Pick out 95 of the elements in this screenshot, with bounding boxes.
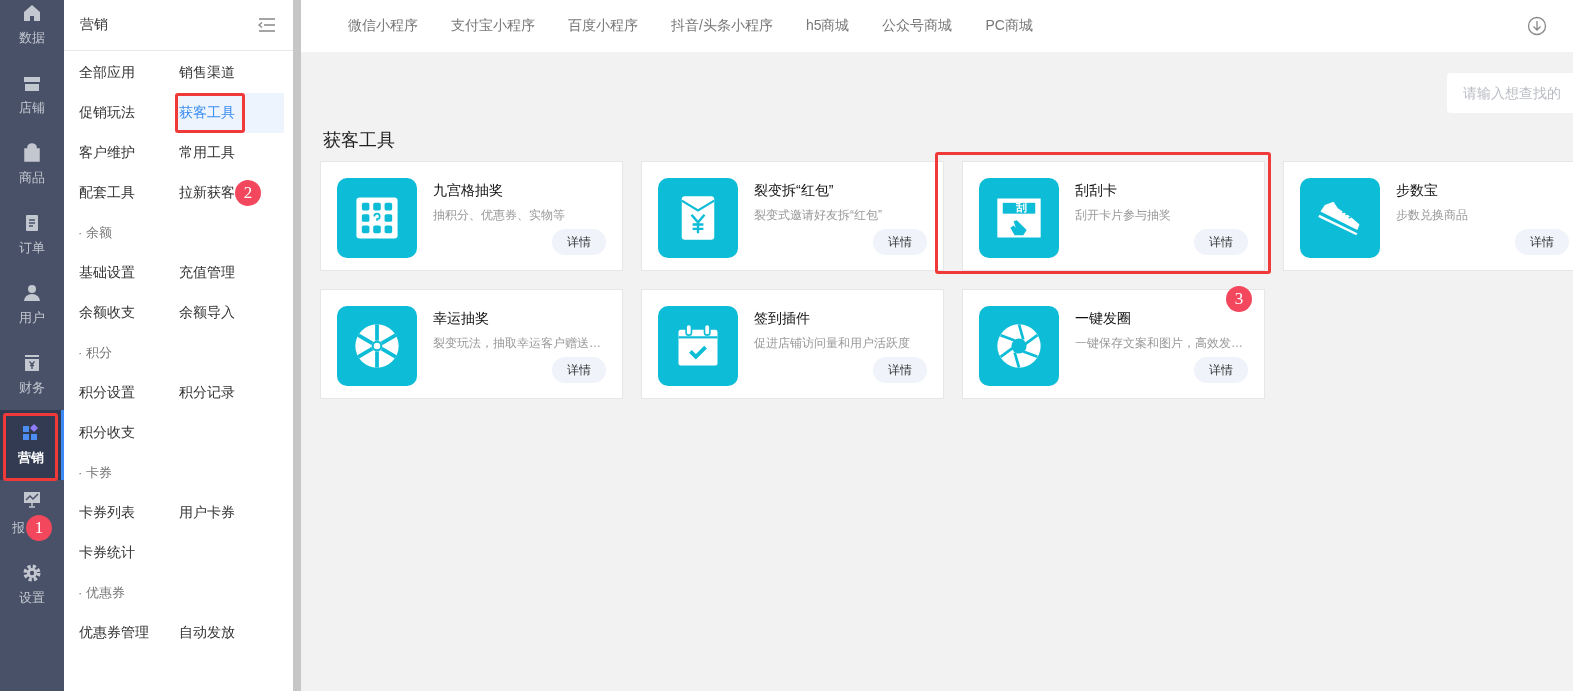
tool-description: 步数兑换商品 (1396, 207, 1468, 224)
apps-icon (20, 423, 41, 443)
menu-item-label: 常用工具 (179, 144, 235, 162)
menu-item-label: 积分设置 (79, 384, 135, 402)
chart-icon (22, 489, 42, 509)
rail-item[interactable]: 用户 (0, 270, 64, 340)
details-button[interactable]: 详情 (1194, 229, 1248, 255)
step-badge: 1 (26, 515, 52, 541)
step-badge: 3 (1226, 286, 1252, 312)
rail-label: 营销 (17, 449, 44, 467)
tool-card[interactable]: 刮 刮刮卡 刮开卡片参与抽奖 详情 (962, 161, 1265, 271)
tool-title: 九宫格抽奖 (433, 182, 504, 200)
channel-tab[interactable]: 微信小程序 (348, 17, 418, 35)
tool-description: 裂变式邀请好友拆“红包” (754, 207, 882, 224)
details-button[interactable]: 详情 (552, 357, 606, 383)
tool-card[interactable]: 九宫格抽奖 抽积分、优惠券、实物等 详情 (320, 161, 623, 271)
rail-label: 数据 (19, 29, 45, 47)
menu-item-label: 配套工具 (79, 184, 135, 202)
menu-collapse-icon[interactable] (258, 18, 276, 32)
menu-item-label: 余额导入 (179, 304, 235, 322)
menu-item-label: 基础设置 (79, 264, 135, 282)
details-button[interactable]: 详情 (1515, 229, 1569, 255)
channel-tab[interactable]: 公众号商城 (882, 17, 953, 35)
bag-icon (22, 143, 42, 163)
menu-item[interactable]: 积分收支 (64, 413, 179, 453)
step-badge: 2 (235, 180, 261, 206)
tool-description: 促进店铺访问量和用户活跃度 (754, 335, 910, 352)
menu-item-label: 自动发放 (179, 624, 235, 642)
rail-label: 店铺 (19, 99, 45, 117)
search-field[interactable]: 请输入想查找的 (1447, 73, 1573, 113)
menu-item-label: 积分记录 (179, 384, 235, 402)
tool-description: 裂变玩法，抽取幸运客户赠送… (433, 335, 601, 352)
group-heading: · 卡券 (77, 464, 113, 482)
scrollbar[interactable] (293, 0, 301, 691)
menu-item[interactable]: 卡券统计 (64, 533, 179, 573)
wallet-icon (22, 353, 42, 373)
menu-item-label: 客户维护 (79, 144, 135, 162)
tool-card[interactable]: 幸运抽奖 裂变玩法，抽取幸运客户赠送… 详情 (320, 289, 623, 399)
tool-description: 一键保存文案和图片，高效发… (1075, 335, 1243, 352)
details-button[interactable]: 详情 (873, 357, 927, 383)
tool-title: 幸运抽奖 (433, 310, 490, 328)
rail-item[interactable]: 订单 (0, 200, 64, 270)
menu-item-label: 全部应用 (79, 64, 135, 82)
rail-label: 报 (12, 519, 25, 537)
menu-item-label: 用户卡券 (179, 504, 235, 522)
channel-tab[interactable]: 抖音/头条小程序 (671, 17, 773, 35)
home-icon (22, 3, 42, 23)
tool-description: 刮开卡片参与抽奖 (1075, 207, 1171, 224)
rail-item[interactable]: 营销 (0, 410, 64, 480)
menu-item-label: 获客工具 (179, 104, 235, 122)
rail-item[interactable]: 商品 (0, 130, 64, 200)
menu-item-label: 拉新获客 (179, 184, 235, 202)
menu-item-label: 优惠券管理 (79, 624, 149, 642)
menu-item-label: 充值管理 (179, 264, 235, 282)
rail-item[interactable]: 财务 (0, 340, 64, 410)
rail-item[interactable]: 设置 (0, 550, 64, 620)
icon-label: 刮 (1014, 201, 1028, 214)
user-icon (22, 283, 42, 303)
group-heading: · 优惠券 (77, 584, 126, 602)
details-button[interactable]: 详情 (552, 229, 606, 255)
download-icon[interactable] (1527, 16, 1547, 36)
rail-label: 商品 (19, 169, 45, 187)
group-heading: · 积分 (77, 344, 113, 362)
menu-item-label: 促销玩法 (79, 104, 135, 122)
details-button[interactable]: 详情 (1194, 357, 1248, 383)
channel-tab[interactable]: PC商城 (985, 17, 1033, 35)
settings-icon (22, 563, 42, 583)
rail-label: 订单 (19, 239, 45, 257)
tool-title: 刮刮卡 (1075, 182, 1118, 200)
channel-tab[interactable]: h5商城 (805, 17, 850, 35)
menu-item-label: 卡券列表 (79, 504, 135, 522)
rail-label: 设置 (19, 589, 45, 607)
menu-item-label: 余额收支 (79, 304, 135, 322)
tool-card[interactable]: 签到插件 促进店铺访问量和用户活跃度 详情 (641, 289, 944, 399)
menu-item-label: 积分收支 (79, 424, 135, 442)
tool-card[interactable]: 步数宝 步数兑换商品 详情 (1283, 161, 1573, 271)
menu-item-label: 销售渠道 (179, 64, 235, 82)
rail-item[interactable]: 数据 (0, 0, 64, 60)
channel-tab[interactable]: 百度小程序 (568, 17, 638, 35)
tool-title: 裂变拆“红包” (754, 182, 835, 200)
tool-title: 一键发圈 (1075, 310, 1132, 328)
section-title: 获客工具 (323, 129, 396, 152)
channel-tab[interactable]: 支付宝小程序 (451, 17, 535, 35)
rail-label: 用户 (19, 309, 45, 327)
group-heading: · 余额 (77, 224, 113, 242)
rail-item[interactable]: 报 1 (0, 480, 64, 550)
tool-title: 签到插件 (754, 310, 811, 328)
tool-title: 步数宝 (1396, 182, 1439, 200)
tool-description: 抽积分、优惠券、实物等 (433, 207, 565, 224)
tool-card[interactable]: 裂变拆“红包” 裂变式邀请好友拆“红包” 详情 (641, 161, 944, 271)
menu-item-label: 卡券统计 (79, 544, 135, 562)
submenu-title: 营销 (80, 16, 108, 34)
rail-item[interactable]: 店铺 (0, 60, 64, 130)
details-button[interactable]: 详情 (873, 229, 927, 255)
rail-label: 财务 (19, 379, 45, 397)
